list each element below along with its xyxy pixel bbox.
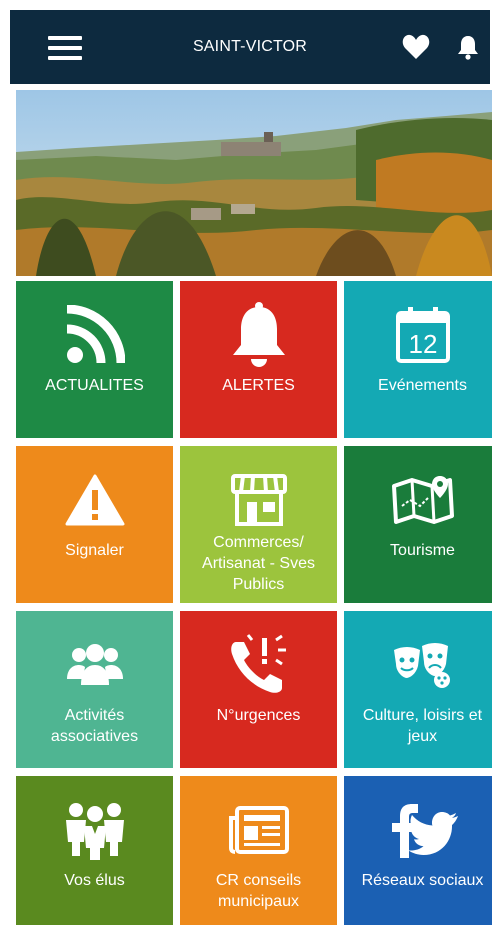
tile-actualites[interactable]: ACTUALITES [16, 281, 173, 438]
tile-signaler[interactable]: Signaler [16, 446, 173, 603]
bell-icon [232, 302, 285, 367]
theater-masks-icon [393, 643, 450, 688]
tile-culture[interactable]: Culture, loisirs et jeux [344, 611, 492, 768]
hero-landscape-photo [16, 90, 492, 276]
shop-icon [230, 474, 287, 526]
tile-label: Signaler [65, 542, 124, 559]
tile-label: Tourisme [390, 542, 455, 559]
calendar-day: 12 [408, 329, 437, 359]
tile-activites[interactable]: Activités associatives [16, 611, 173, 768]
tile-tourisme[interactable]: Tourisme [344, 446, 492, 603]
tile-evenements[interactable]: 12 Evénements [344, 281, 492, 438]
warning-icon [65, 474, 124, 526]
tile-label: Activités associatives [50, 707, 139, 745]
app-header: SAINT-VICTOR [10, 10, 490, 84]
map-icon [391, 476, 454, 524]
tile-commerces[interactable]: Commerces/ Artisanat - Sves Publics [180, 446, 337, 603]
tile-alertes[interactable]: ALERTES [180, 281, 337, 438]
tile-label: Vos élus [64, 872, 125, 889]
tile-label: Commerces/ Artisanat - Sves Publics [202, 534, 315, 593]
tile-reseaux-sociaux[interactable]: Réseaux sociaux [344, 776, 492, 925]
tile-label: N°urgences [216, 707, 301, 724]
social-facebook-twitter-icon [391, 804, 458, 858]
officials-icon [65, 803, 124, 860]
bell-icon[interactable] [457, 34, 479, 60]
tile-label: ALERTES [222, 377, 295, 394]
emergency-phone-icon [230, 634, 286, 693]
tile-label: Evénements [378, 377, 467, 394]
tile-label: Réseaux sociaux [361, 872, 484, 889]
newspaper-icon [228, 806, 289, 854]
tile-label: Culture, loisirs et jeux [362, 707, 483, 745]
group-icon [66, 644, 123, 685]
tile-label: ACTUALITES [45, 377, 144, 394]
tile-urgences[interactable]: N°urgences [180, 611, 337, 768]
tile-vos-elus[interactable]: Vos élus [16, 776, 173, 925]
tile-label: CR conseils municipaux [215, 872, 302, 910]
rss-icon [66, 305, 125, 364]
heart-icon[interactable] [402, 34, 430, 60]
tile-cr-conseils[interactable]: CR conseils municipaux [180, 776, 337, 925]
calendar-icon: 12 [395, 307, 450, 363]
